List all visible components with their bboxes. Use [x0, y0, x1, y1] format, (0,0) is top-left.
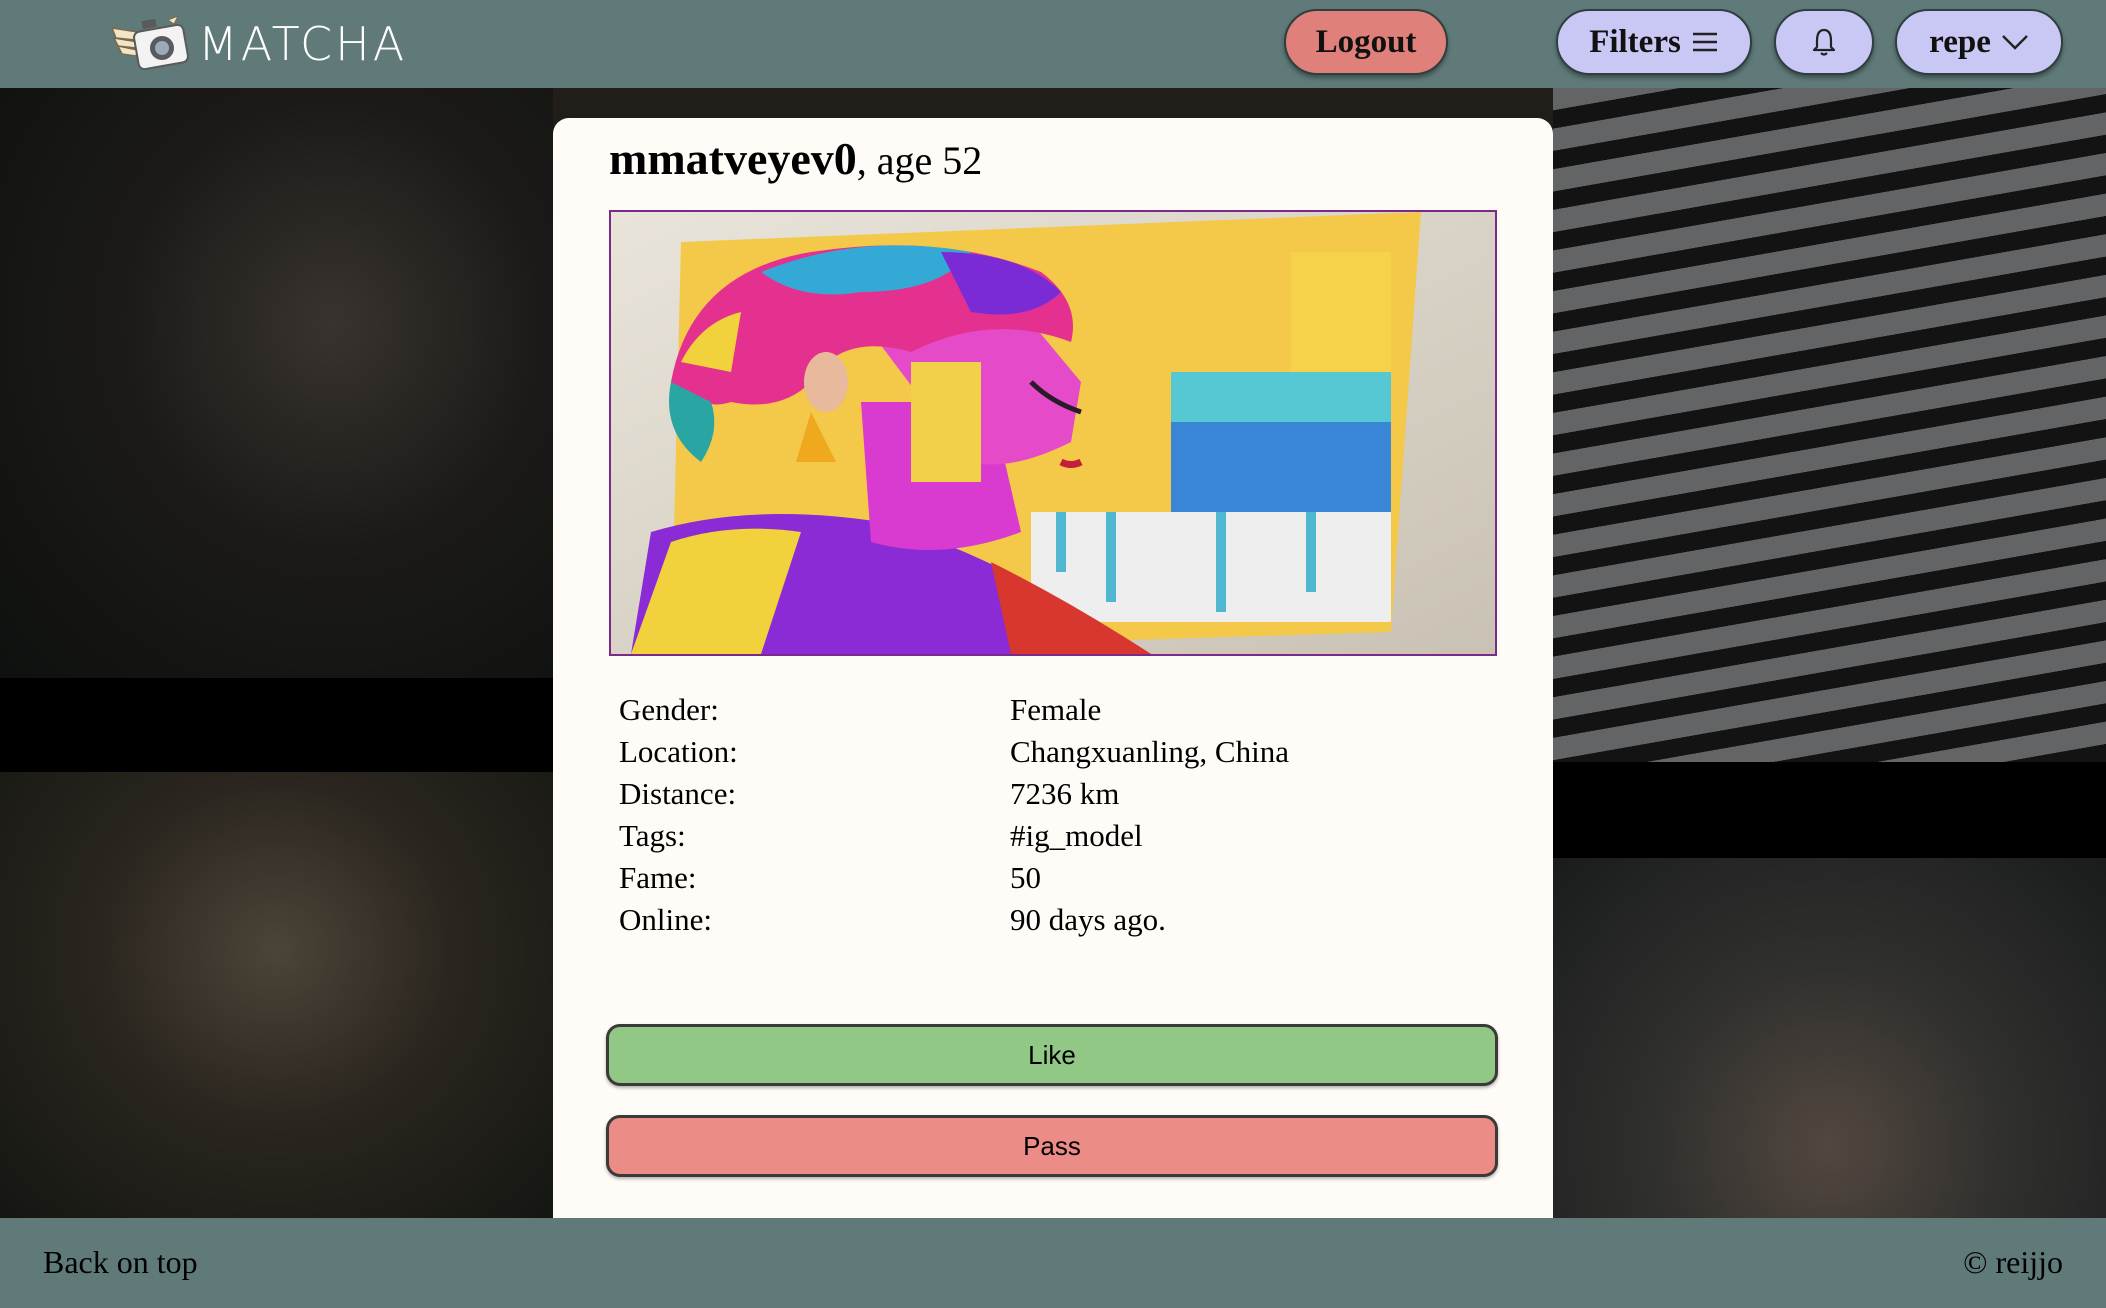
copyright-text: © reijjo [1963, 1244, 2063, 1280]
app-logo[interactable]: MATCHA [108, 12, 407, 76]
notifications-button[interactable] [1774, 9, 1874, 75]
profile-photo[interactable] [609, 210, 1497, 656]
background-photo [0, 88, 553, 678]
detail-value: Changxuanling, China [1010, 734, 1289, 769]
profile-card: mmatveyev0, age 52 Gender: Female Locati… [553, 118, 1553, 1218]
chevron-down-icon [2001, 35, 2028, 50]
detail-label: Fame: [619, 860, 697, 895]
detail-value: #ig_model [1010, 818, 1143, 853]
background-photo [0, 772, 553, 1218]
detail-value: 90 days ago. [1010, 902, 1166, 937]
hamburger-icon [1692, 32, 1717, 52]
bell-icon [1812, 28, 1836, 56]
profile-username: mmatveyev0 [609, 133, 857, 184]
filters-label: Filters [1589, 23, 1681, 60]
detail-value: 7236 km [1010, 776, 1120, 811]
back-on-top-link[interactable]: Back on top [43, 1244, 198, 1281]
profile-age: , age 52 [856, 138, 983, 183]
profile-photo-illustration [611, 212, 1495, 654]
logout-button[interactable]: Logout [1284, 9, 1448, 75]
filters-button[interactable]: Filters [1556, 9, 1752, 75]
winged-camera-icon [110, 15, 189, 71]
detail-label: Tags: [619, 818, 686, 853]
detail-value: 50 [1010, 860, 1041, 895]
user-menu-label: repe [1929, 23, 1991, 60]
logo-text: MATCHA [198, 17, 408, 71]
footer: Back on top © reijjo [0, 1218, 2106, 1308]
detail-label: Online: [619, 902, 712, 937]
pass-button[interactable]: Pass [606, 1115, 1498, 1177]
detail-label: Distance: [619, 776, 737, 811]
background-photo [1553, 88, 2106, 762]
background-photo [1553, 858, 2106, 1218]
detail-value: Female [1010, 692, 1102, 727]
like-button[interactable]: Like [606, 1024, 1498, 1086]
detail-label: Gender: [619, 692, 719, 727]
user-menu-button[interactable]: repe [1895, 9, 2063, 75]
detail-label: Location: [619, 734, 738, 769]
top-navbar: MATCHA Logout Filters repe [0, 0, 2106, 88]
profile-title: mmatveyev0, age 52 [609, 132, 982, 185]
